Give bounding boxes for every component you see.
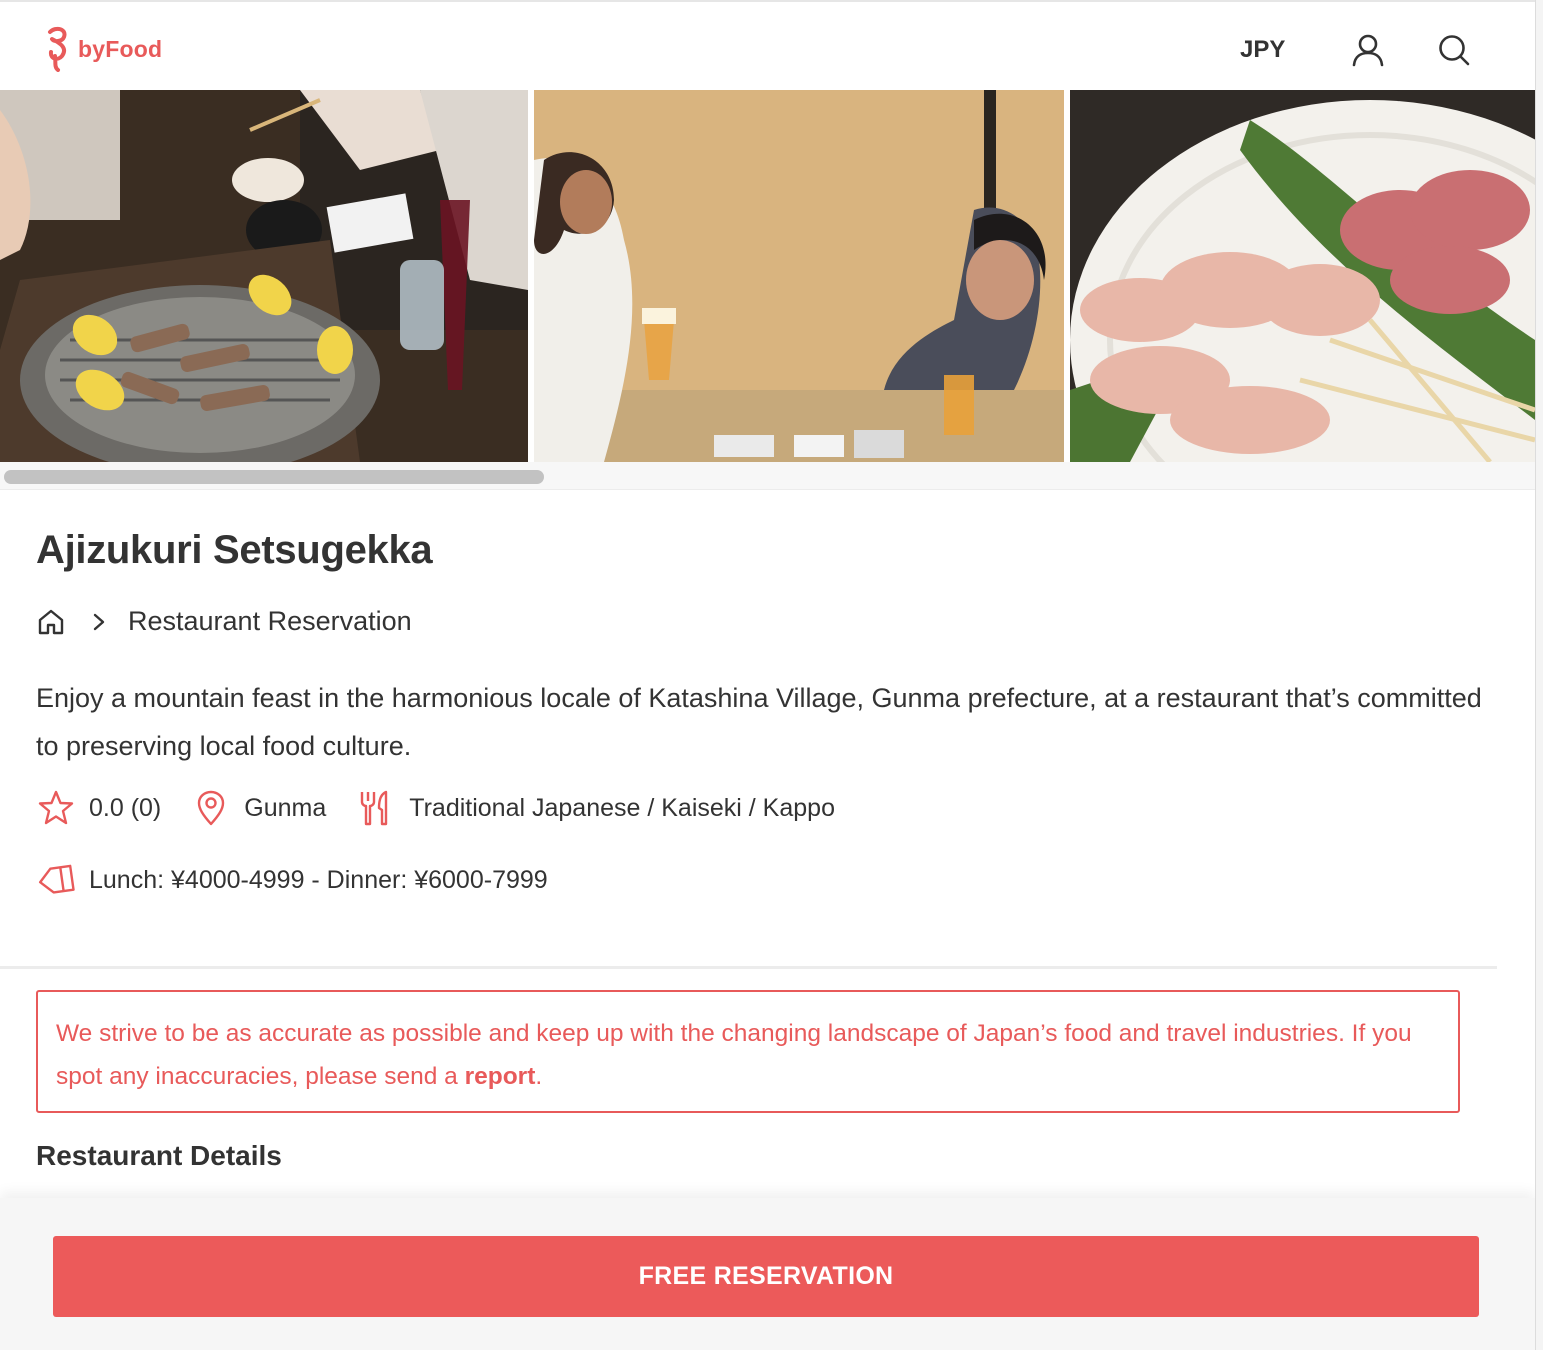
gallery-scrollbar-thumb[interactable] [4,470,544,484]
utensils-icon [361,790,388,826]
restaurant-name: Ajizukuri Setsugekka [36,528,433,572]
top-header: byFood JPY [0,2,1535,90]
price-tag-icon [38,864,75,894]
photo-raw-meat-platter-icon [1070,90,1535,462]
rating-value[interactable]: 0.0 (0) [89,794,161,823]
photo-raw-meat-platter[interactable] [1070,90,1535,462]
cuisine-value: Traditional Japanese / Kaiseki / Kappo [409,793,835,822]
photo-diners-toasting-icon [534,90,1064,462]
search-icon[interactable] [1436,32,1472,68]
price-row: Lunch: ¥4000-4999 - Dinner: ¥6000-7999 [36,860,548,900]
window-scrollbar[interactable] [1535,0,1543,1350]
price-range: Lunch: ¥4000-4999 - Dinner: ¥6000-7999 [89,865,548,894]
chevron-right-icon [93,613,105,630]
location-pin-icon [198,790,225,826]
reservation-bar: FREE RESERVATION [0,1198,1535,1350]
notice-text: We strive to be as accurate as possible … [56,1020,1412,1090]
notice-period: . [535,1063,543,1090]
byfood-logo-icon [48,26,67,72]
brand-name: byFood [78,35,163,62]
star-icon [38,790,74,825]
restaurant-description: Enjoy a mountain feast in the harmonious… [36,683,1482,761]
photo-diners-toasting[interactable] [534,90,1064,462]
gallery-scrollbar[interactable] [0,462,1535,490]
restaurant-page: byFood JPY Ajizukuri Setsugekka Restaura… [0,0,1535,1350]
accuracy-notice: We strive to be as accurate as possible … [36,990,1460,1113]
breadcrumb-current[interactable]: Restaurant Reservation [128,606,412,637]
byfood-logo[interactable]: byFood [40,26,162,72]
photo-grill-skewers[interactable] [0,90,528,462]
home-icon[interactable] [36,607,66,637]
photo-grill-skewers-icon [0,90,528,462]
section-divider [0,966,1497,969]
restaurant-meta: 0.0 (0) Gunma Traditional Japanese / Kai… [36,788,835,828]
restaurant-details-heading: Restaurant Details [36,1140,282,1171]
photo-gallery[interactable] [0,90,1535,462]
currency-selector[interactable]: JPY [1240,36,1285,64]
user-icon[interactable] [1350,32,1386,68]
location-value[interactable]: Gunma [244,794,326,823]
free-reservation-button[interactable]: FREE RESERVATION [53,1236,1479,1317]
breadcrumb: Restaurant Reservation [36,606,412,637]
report-link[interactable]: report [465,1063,536,1090]
